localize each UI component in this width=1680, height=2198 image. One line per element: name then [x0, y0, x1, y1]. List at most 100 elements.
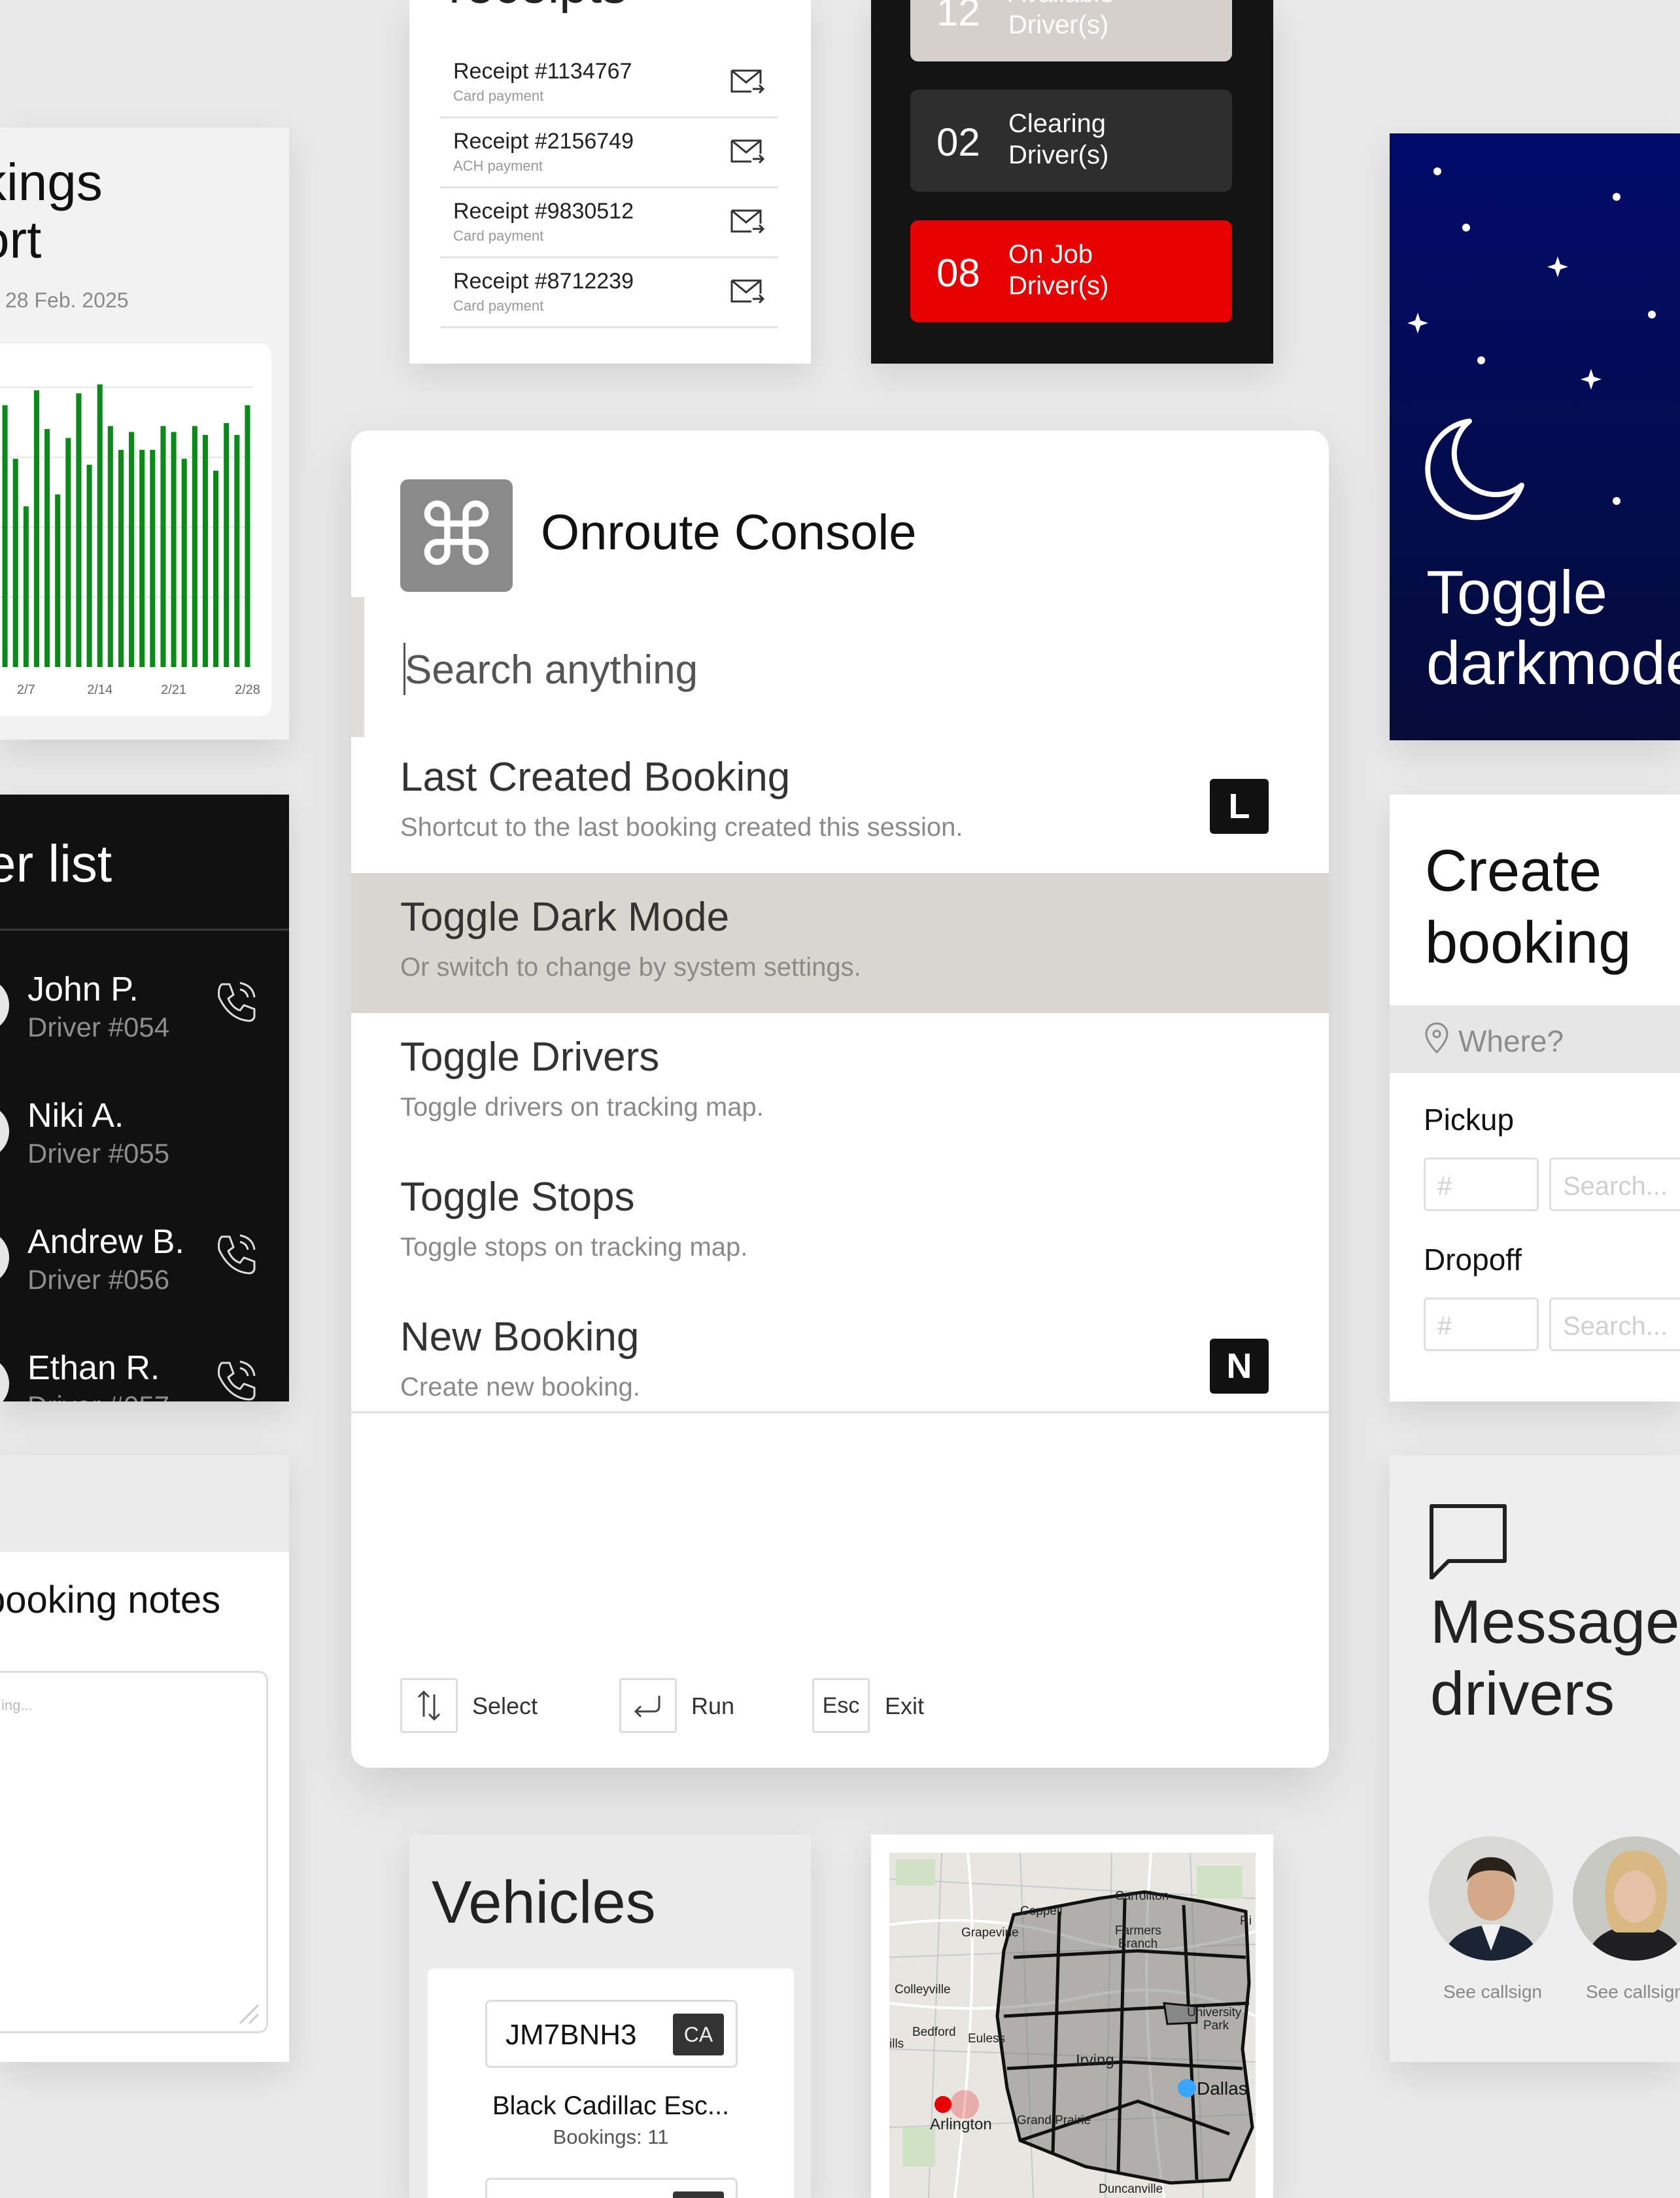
driver-row[interactable]: Ethan R. Driver #057	[0, 1330, 289, 1401]
chart-bar	[139, 449, 145, 667]
message-drivers-card[interactable]: Message drivers See callsign See callsig…	[1390, 1455, 1680, 2062]
avatar	[0, 978, 9, 1033]
command-key-icon: ⌘	[400, 479, 513, 592]
pickup-number-input[interactable]: #	[1424, 1158, 1539, 1211]
driver-list-title: ver list	[0, 834, 112, 893]
command-description: Or switch to change by system settings.	[400, 953, 861, 982]
svg-text:Carrollton: Carrollton	[1115, 1889, 1169, 1903]
chart-bar	[150, 449, 156, 667]
receipt-number: Receipt #2156749	[453, 129, 634, 154]
driver-status-pill[interactable]: 08 On Job Driver(s)	[910, 220, 1232, 322]
chart-bar	[245, 405, 250, 667]
search-accent	[351, 597, 364, 737]
see-callsign-link[interactable]: See callsign	[1586, 1982, 1680, 2002]
dropoff-number-input[interactable]: #	[1424, 1297, 1539, 1351]
console-search-input[interactable]	[403, 636, 1191, 703]
svg-text:Irving: Irving	[1076, 2052, 1114, 2069]
receipt-row[interactable]: Receipt #8712239 Card payment	[440, 257, 778, 328]
license-plate	[485, 2178, 738, 2198]
email-send-icon[interactable]	[729, 277, 766, 307]
driver-row[interactable]: Andrew B. Driver #056	[0, 1204, 289, 1322]
chart-bar	[2, 405, 8, 667]
driver-id: Driver #055	[27, 1138, 170, 1169]
svg-text:Arlington: Arlington	[930, 2116, 992, 2133]
driver-name: Andrew B.	[27, 1223, 184, 1261]
see-callsign-link[interactable]: See callsign	[1443, 1982, 1542, 2002]
email-send-icon[interactable]	[729, 207, 766, 237]
driver-avatar[interactable]	[1429, 1836, 1553, 1961]
driver-status-pill[interactable]: 12 Available Driver(s)	[910, 0, 1232, 61]
email-send-icon[interactable]	[729, 137, 766, 167]
where-search-bar[interactable]: Where?	[1390, 1005, 1680, 1073]
chart-bar	[202, 435, 208, 667]
receipt-row[interactable]: Receipt #1134767 Card payment	[440, 47, 778, 118]
booking-notes-card: booking notes ing...	[0, 1455, 289, 2062]
receipt-number: Receipt #9830512	[453, 199, 634, 224]
chart-bar	[23, 506, 29, 667]
svg-text:Ri: Ri	[1240, 1914, 1252, 1928]
driver-list-card: ver list John P.Driver #054Niki A.Driver…	[0, 795, 289, 1401]
notes-title: booking notes	[0, 1579, 221, 1621]
tracking-map-card[interactable]: Carrollton Coppell Grapevine Farmers Bra…	[871, 1834, 1273, 2198]
driver-name: Niki A.	[27, 1097, 124, 1135]
pickup-search-input[interactable]: Search...	[1549, 1158, 1680, 1211]
pickup-label: Pickup	[1424, 1103, 1515, 1137]
vehicle-card[interactable]: JM7BNH3 CA Black Cadillac Esc... Booking…	[428, 1968, 794, 2198]
command-item[interactable]: Last Created Booking Shortcut to the last…	[351, 738, 1329, 873]
chart-bar	[76, 393, 82, 667]
receipt-row[interactable]: Receipt #9830512 Card payment	[440, 187, 778, 258]
phone-icon[interactable]	[213, 1358, 258, 1401]
driver-row[interactable]: Niki A. Driver #055	[0, 1078, 289, 1195]
command-list: Last Created Booking Shortcut to the last…	[351, 738, 1329, 1410]
toggle-darkmode-tile[interactable]: Toggle darkmode	[1390, 133, 1680, 740]
notes-header-strip	[0, 1455, 289, 1552]
driver-avatar[interactable]	[1573, 1836, 1680, 1961]
svg-text:Park: Park	[1203, 2019, 1229, 2033]
driver-id: Driver #057	[27, 1390, 169, 1401]
create-booking-title: Create booking	[1425, 838, 1632, 976]
command-item[interactable]: Toggle Dark Mode Or switch to change by s…	[351, 873, 1329, 1013]
divider	[0, 929, 289, 931]
command-item[interactable]: Toggle Drivers Toggle drivers on tracking…	[351, 1013, 1329, 1153]
x-tick-label: 2/28	[235, 683, 260, 697]
phone-icon[interactable]	[213, 1231, 258, 1277]
command-title: Toggle Dark Mode	[400, 895, 730, 940]
svg-text:Grapevine: Grapevine	[961, 1926, 1019, 1940]
command-item[interactable]: Toggle Stops Toggle stops on tracking map…	[351, 1153, 1329, 1293]
command-item[interactable]: New Booking Create new booking. N	[351, 1293, 1329, 1410]
where-placeholder: Where?	[1458, 1024, 1564, 1058]
chart-bar	[107, 426, 113, 667]
receipt-number: Receipt #1134767	[453, 59, 632, 84]
bookings-bar-chart: 2/7 2/14 2/21 2/28	[0, 384, 260, 697]
receipt-row[interactable]: Receipt #2156749 ACH payment	[440, 117, 778, 188]
svg-text:University: University	[1187, 2006, 1242, 2019]
message-bubble-icon	[1430, 1504, 1507, 1579]
chart-bar	[44, 429, 50, 667]
man-portrait	[1429, 1836, 1553, 1961]
dropoff-search-input[interactable]: Search...	[1549, 1297, 1680, 1351]
dropoff-label: Dropoff	[1424, 1243, 1522, 1277]
driver-id: Driver #054	[27, 1012, 170, 1042]
resize-handle-icon[interactable]	[235, 2000, 261, 2026]
dallas-map[interactable]: Carrollton Coppell Grapevine Farmers Bra…	[889, 1853, 1256, 2198]
message-drivers-title: Message drivers	[1430, 1587, 1680, 1728]
command-title: Last Created Booking	[400, 755, 791, 800]
driver-row[interactable]: John P. Driver #054	[0, 952, 289, 1069]
crescent-moon-icon	[1425, 419, 1524, 521]
notes-textarea[interactable]	[0, 1671, 268, 2033]
payment-method: Card payment	[453, 228, 544, 244]
driver-status-pill[interactable]: 02 Clearing Driver(s)	[910, 90, 1232, 192]
avatar	[0, 1356, 9, 1401]
plate-number: JM7BNH3	[506, 2019, 637, 2051]
driver-id: Driver #056	[27, 1264, 170, 1295]
status-count: 02	[936, 120, 980, 164]
status-label: On Job Driver(s)	[1008, 240, 1109, 300]
chart-bar	[160, 426, 166, 667]
chart-bar	[192, 426, 197, 667]
svg-text:Duncanville: Duncanville	[1099, 2182, 1163, 2196]
notes-placeholder: ing...	[1, 1697, 33, 1713]
phone-icon[interactable]	[213, 979, 258, 1025]
email-send-icon[interactable]	[729, 67, 766, 97]
svg-text:Euless: Euless	[968, 2032, 1005, 2046]
chart-bar	[213, 470, 219, 667]
